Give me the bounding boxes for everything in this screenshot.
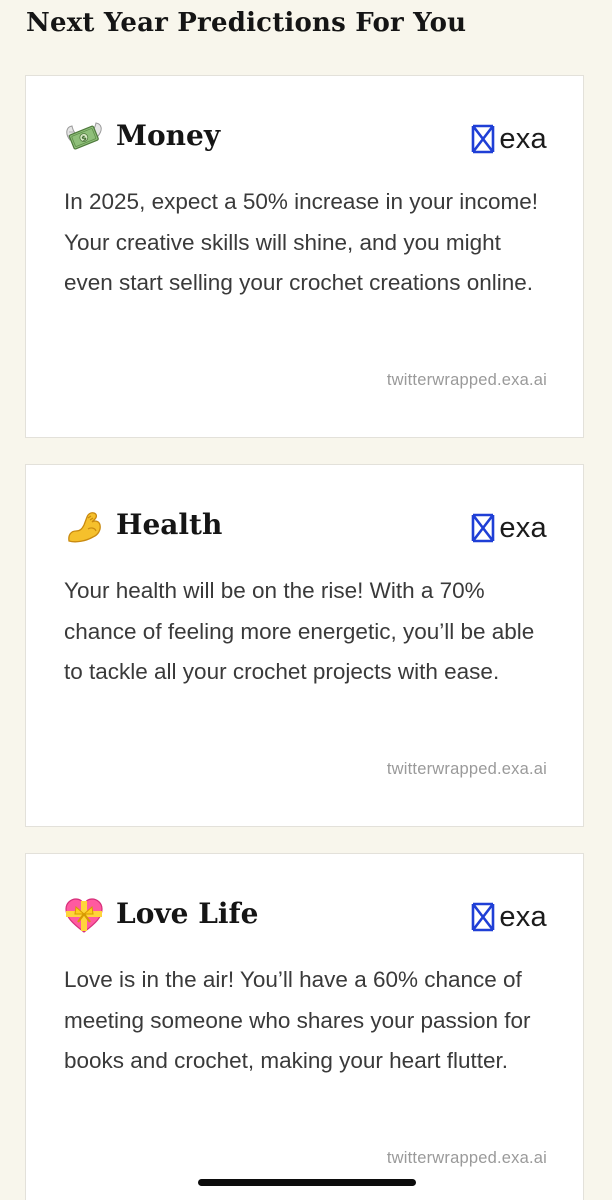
card-title: Health [116, 508, 223, 541]
card-title: Love Life [116, 897, 259, 930]
card-header: Love Life exa [64, 894, 547, 938]
page-title: Next Year Predictions For You [26, 8, 467, 38]
prediction-card-love-life: Love Life exa Love is in the air! You’ll… [25, 853, 584, 1200]
exa-logo-text: exa [499, 901, 547, 933]
flexed-biceps-icon [64, 507, 104, 547]
exa-logo-text: exa [499, 512, 547, 544]
exa-logo-icon [472, 513, 495, 543]
heart-with-ribbon-icon [64, 896, 104, 936]
prediction-card-money: $ Money exa In 2025, expect a 50% increa… [25, 75, 584, 438]
card-source-link[interactable]: twitterwrapped.exa.ai [387, 371, 547, 390]
card-header: Health exa [64, 505, 547, 549]
exa-logo-icon [472, 902, 495, 932]
card-body-text: Your health will be on the rise! With a … [64, 578, 535, 684]
exa-logo: exa [471, 513, 547, 543]
money-with-wings-icon: $ [64, 118, 104, 158]
exa-logo-text: exa [499, 123, 547, 155]
card-source-link[interactable]: twitterwrapped.exa.ai [387, 1149, 547, 1168]
card-body-text: Love is in the air! You’ll have a 60% ch… [64, 967, 531, 1073]
card-body-text: In 2025, expect a 50% increase in your i… [64, 189, 539, 295]
exa-logo-icon [472, 124, 495, 154]
exa-logo: exa [471, 124, 547, 154]
card-source-link[interactable]: twitterwrapped.exa.ai [387, 760, 547, 779]
home-indicator[interactable] [198, 1179, 416, 1186]
exa-logo: exa [471, 902, 547, 932]
prediction-card-health: Health exa Your health will be on the ri… [25, 464, 584, 827]
card-title: Money [116, 119, 221, 152]
card-header: $ Money exa [64, 116, 547, 160]
